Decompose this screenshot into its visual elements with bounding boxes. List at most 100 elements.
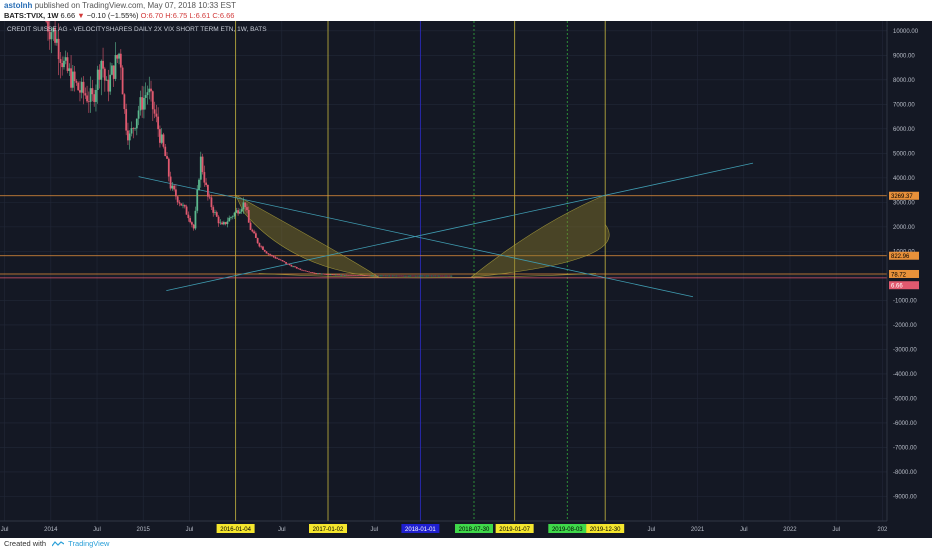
candle-body xyxy=(409,275,412,277)
candle-body xyxy=(164,146,167,157)
candle-body xyxy=(111,65,113,75)
y-tick-label: -7000.00 xyxy=(893,446,917,452)
x-tick-label: 2019-01-07 xyxy=(499,527,530,533)
candle-body xyxy=(148,88,151,93)
x-tick-label: Jul xyxy=(370,527,378,533)
candle-body xyxy=(352,275,355,276)
symbol-info: BATS:TVIX, 1W 6.66 ▼ −0.10 (−1.55%) O:6.… xyxy=(4,11,234,20)
tradingview-brand-link[interactable]: TradingView xyxy=(68,539,109,548)
candle-body xyxy=(93,94,96,102)
candle-body xyxy=(372,275,375,277)
candle-body xyxy=(212,207,215,213)
y-tick-label: 5000.00 xyxy=(893,152,915,158)
candle-body xyxy=(286,263,289,265)
chart-area[interactable]: CREDIT SUISSE AG - VELOCITYSHARES DAILY … xyxy=(0,10,932,538)
candle-body xyxy=(231,216,234,218)
y-tick-label: -1000.00 xyxy=(893,299,917,305)
candle-body xyxy=(315,273,318,274)
candle-body xyxy=(112,65,115,79)
candle-body xyxy=(205,182,208,185)
candle-body xyxy=(127,130,129,141)
candle-body xyxy=(128,133,131,141)
candle-body xyxy=(55,38,58,43)
candle-body xyxy=(64,57,67,61)
y-tick-label: -2000.00 xyxy=(893,323,917,329)
candle-body xyxy=(59,59,62,64)
candle-body xyxy=(336,274,339,276)
ohlc-low: L:6.61 xyxy=(189,11,211,20)
candle-body xyxy=(73,71,76,82)
candle-body xyxy=(377,275,380,277)
candle-body xyxy=(173,185,176,190)
candle-body xyxy=(429,275,431,277)
publish-text: published on TradingView.com, May 07, 20… xyxy=(34,1,236,10)
created-with-text: Created with xyxy=(4,539,47,548)
chart-canvas[interactable]: CREDIT SUISSE AG - VELOCITYSHARES DAILY … xyxy=(0,10,932,538)
candle-body xyxy=(400,275,403,277)
y-tick-label: 2000.00 xyxy=(893,225,915,231)
candle-body xyxy=(226,221,229,225)
price-label: 6.66 xyxy=(891,284,903,290)
candle-body xyxy=(201,156,204,173)
candle-body xyxy=(393,275,396,277)
candle-body xyxy=(358,275,360,276)
x-tick-label: 2017-01-02 xyxy=(313,527,344,533)
candle-body xyxy=(96,69,99,90)
candle-body xyxy=(178,202,181,204)
candle-body xyxy=(366,275,369,277)
candle-body xyxy=(368,275,371,277)
candle-body xyxy=(251,229,254,232)
ohlc-open: O:6.70 xyxy=(140,11,164,20)
author-link[interactable]: astolnh xyxy=(4,1,32,10)
y-tick-label: -4000.00 xyxy=(893,372,917,378)
candle-body xyxy=(256,237,259,244)
chart-title: CREDIT SUISSE AG - VELOCITYSHARES DAILY … xyxy=(7,26,267,33)
symbol-label[interactable]: BATS:TVIX, 1W xyxy=(4,11,58,20)
y-axis-background xyxy=(887,21,932,538)
candle-body xyxy=(384,275,387,277)
candle-body xyxy=(167,158,170,177)
candle-body xyxy=(86,95,88,102)
price-label: 822.96 xyxy=(891,254,910,260)
x-tick-label: 2015 xyxy=(137,527,151,533)
candle-body xyxy=(237,210,239,214)
candle-body xyxy=(304,270,307,272)
candle-body xyxy=(196,189,199,211)
candle-body xyxy=(292,266,295,268)
candle-body xyxy=(107,79,110,92)
candle-body xyxy=(326,274,328,275)
price-label: 3269.37 xyxy=(891,194,913,200)
candle-body xyxy=(398,275,401,277)
candle-body xyxy=(105,79,108,81)
candle-body xyxy=(290,265,293,267)
candle-body xyxy=(224,222,227,225)
y-tick-label: 6000.00 xyxy=(893,127,915,133)
candle-body xyxy=(390,275,392,277)
candle-body xyxy=(77,82,80,91)
candle-body xyxy=(416,275,419,277)
candle-body xyxy=(176,196,179,203)
candle-body xyxy=(356,275,359,276)
candle-body xyxy=(343,274,346,276)
y-tick-label: 10000.00 xyxy=(893,29,919,35)
candle-body xyxy=(310,272,312,273)
candle-body xyxy=(157,116,160,130)
x-tick-label: 202 xyxy=(877,527,888,533)
candle-body xyxy=(281,260,284,262)
candle-body xyxy=(425,275,428,277)
candle-body xyxy=(420,275,423,277)
candle-body xyxy=(342,274,344,276)
candle-body xyxy=(427,275,430,277)
candle-body xyxy=(244,202,247,208)
candle-body xyxy=(441,275,444,277)
candle-body xyxy=(283,261,286,263)
y-tick-label: 3000.00 xyxy=(893,201,915,207)
candle-body xyxy=(87,101,90,103)
candle-body xyxy=(57,38,60,60)
candle-body xyxy=(102,60,104,69)
x-tick-label: 2022 xyxy=(783,527,797,533)
candle-body xyxy=(166,156,168,159)
x-tick-label: 2019-12-30 xyxy=(590,527,621,533)
candle-body xyxy=(272,255,275,257)
candle-body xyxy=(365,275,367,277)
